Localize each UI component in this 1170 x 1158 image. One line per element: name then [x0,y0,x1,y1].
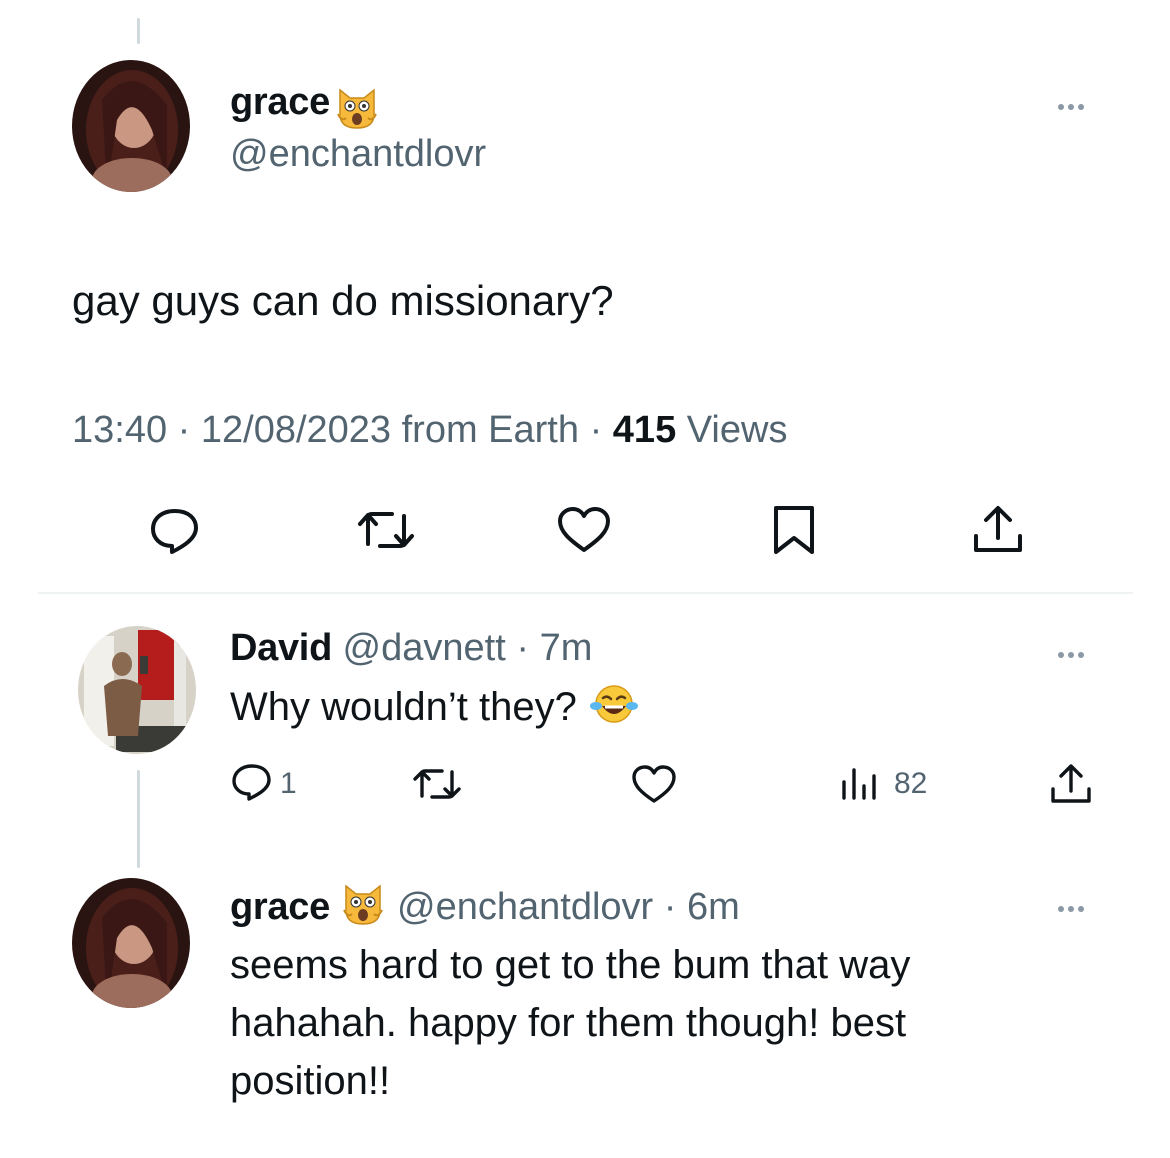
laughing-emoji [588,682,640,737]
reply-text-david: Why wouldn’t they? [230,682,640,737]
tweet-meta: 13:40 · 12/08/2023 from Earth · 415 View… [72,408,787,454]
reply-count: 1 [280,767,297,800]
more-icon[interactable] [1056,640,1086,662]
main-author-handle[interactable]: @enchantdlovr [230,132,486,178]
tweet-time[interactable]: 13:40 [72,409,167,451]
separator-dot: · [516,627,529,669]
separator-dot: · [663,885,677,928]
divider [38,592,1133,594]
separator-dot: · [589,409,603,451]
reply-header-grace: grace @enchantdlovr · 6m [230,880,740,938]
reply-age[interactable]: 7m [540,627,593,669]
avatar-grace[interactable] [72,878,190,1008]
reply-text-line: seems hard to get to the bum that way [230,943,911,987]
main-tweet-text: gay guys can do missionary? [72,277,614,324]
reply-text-line: position!! [230,1059,391,1103]
bookmark-icon[interactable] [772,504,816,556]
reply-text: Why wouldn’t they? [230,685,577,730]
reply-author-name[interactable]: David [230,627,332,669]
reply-author-name[interactable]: grace [230,886,330,928]
thread-line-top [137,18,140,44]
views-icon[interactable] [838,764,878,800]
avatar-david[interactable] [78,626,196,754]
reply-author-handle[interactable]: @davnett [343,627,506,669]
views-count: 82 [894,767,928,800]
reply-icon[interactable] [148,505,202,555]
reply-author-handle[interactable]: @enchantdlovr [397,886,653,928]
like-icon[interactable] [556,506,612,554]
more-icon[interactable] [1056,92,1086,114]
share-icon[interactable] [970,504,1026,556]
more-icon[interactable] [1056,894,1086,916]
views-label: Views [686,409,788,451]
reply-icon[interactable] [230,762,274,802]
thread-line-middle [137,770,140,868]
scream-cat-emoji [334,84,380,135]
views-count: 415 [612,409,677,451]
share-icon[interactable] [1048,762,1094,806]
reply-age[interactable]: 6m [687,886,740,928]
reply-text-grace: seems hard to get to the bum that way ha… [230,936,910,1110]
reply-header-david: David @davnett · 7m [230,626,592,672]
avatar-grace[interactable] [72,60,190,192]
reply-text-line: hahahah. happy for them though! best [230,1001,907,1045]
main-author-name[interactable]: grace [230,80,380,135]
like-icon[interactable] [630,764,678,804]
separator-dot: · [177,409,191,451]
tweet-date-location: 12/08/2023 from Earth [200,409,580,451]
retweet-icon[interactable] [412,764,462,804]
scream-cat-emoji [340,880,386,938]
retweet-icon[interactable] [356,506,416,554]
